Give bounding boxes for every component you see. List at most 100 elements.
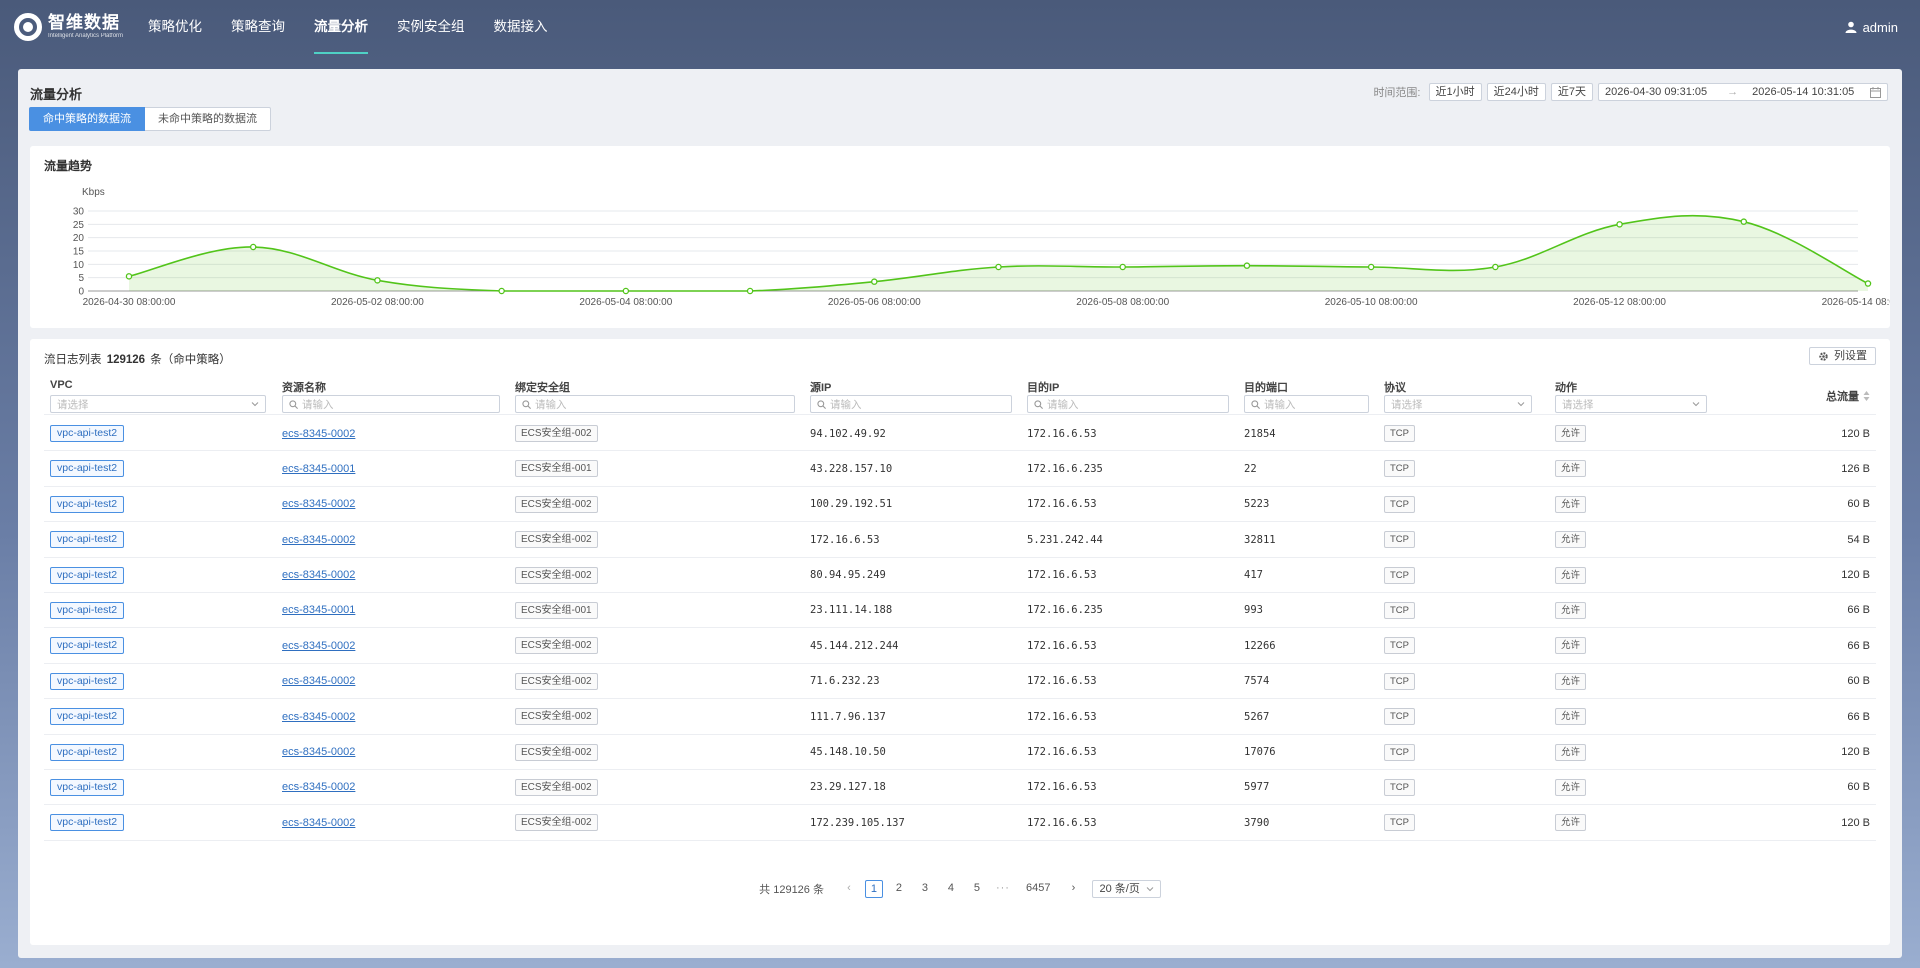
cell-security-group: ECS安全组-001 xyxy=(509,593,799,628)
dest-ip-filter-input[interactable]: 请输入 xyxy=(1027,395,1229,413)
column-header-source-ip: 源IP 请输入 xyxy=(804,372,1016,415)
data-point[interactable] xyxy=(1616,221,1623,228)
nav-item-3[interactable]: 实例安全组 xyxy=(397,0,465,54)
cell-dest-ip: 5.231.242.44 xyxy=(1021,522,1233,557)
cell-security-group: ECS安全组-002 xyxy=(509,735,799,770)
dest-port-filter-input[interactable]: 请输入 xyxy=(1244,395,1369,413)
cell-text: 172.16.6.53 xyxy=(1027,569,1097,582)
action-filter-select[interactable]: 请选择 xyxy=(1555,395,1707,413)
column-label: 资源名称 xyxy=(282,382,326,394)
x-tick-label: 2026-05-12 08:00:00 xyxy=(1573,297,1666,308)
data-point[interactable] xyxy=(995,263,1002,271)
quick-range-button-2[interactable]: 近7天 xyxy=(1550,83,1593,101)
resource-name-filter-input[interactable]: 请输入 xyxy=(282,395,500,413)
traffic-trend-chart: Kbps 0 5 10 15 20 25 30 2026-04-30 08:00:00 2026-… xyxy=(73,187,1890,308)
cell-text: 172.16.6.53 xyxy=(1027,427,1097,440)
quick-range-button-0[interactable]: 近1小时 xyxy=(1428,83,1482,101)
cell-total-traffic: 66 B xyxy=(1724,628,1876,663)
security-group-filter-input[interactable]: 请输入 xyxy=(515,395,795,413)
cell-dest-port: 3790 xyxy=(1238,805,1373,840)
resource-link[interactable]: ecs-8345-0002 xyxy=(282,781,355,793)
page-ellipsis[interactable]: ··· xyxy=(993,880,1013,898)
data-point[interactable] xyxy=(125,273,133,280)
column-header-security-group: 绑定安全组 请输入 xyxy=(509,372,799,415)
cell-dest-ip: 172.16.6.53 xyxy=(1021,628,1233,663)
data-point[interactable] xyxy=(1864,280,1872,287)
column-label: 源IP xyxy=(810,382,832,394)
page-button-1[interactable]: 1 xyxy=(864,880,883,898)
y-tick-label: 15 xyxy=(73,247,85,258)
vpc-filter-select[interactable]: 请选择 xyxy=(50,395,266,413)
tab-hit-policy[interactable]: 命中策略的数据流 xyxy=(29,107,145,131)
resource-link[interactable]: ecs-8345-0002 xyxy=(282,428,355,440)
x-tick-label: 2026-04-30 08:00:00 xyxy=(83,297,176,308)
tab-miss-policy[interactable]: 未命中策略的数据流 xyxy=(145,107,271,131)
cell-total-traffic: 66 B xyxy=(1724,593,1876,628)
source-ip-filter-input[interactable]: 请输入 xyxy=(810,395,1012,413)
cell-security-group: ECS安全组-002 xyxy=(509,805,799,840)
next-page-button[interactable]: › xyxy=(1063,880,1083,898)
page-button-4[interactable]: 4 xyxy=(941,880,961,898)
data-point[interactable] xyxy=(746,287,754,295)
resource-link[interactable]: ecs-8345-0002 xyxy=(282,746,355,758)
date-separator: → xyxy=(1727,86,1739,98)
cell-source-ip: 43.228.157.10 xyxy=(804,451,1016,486)
page-button-5[interactable]: 5 xyxy=(967,880,987,898)
gear-icon xyxy=(1819,351,1828,361)
nav-item-1[interactable]: 策略查询 xyxy=(231,0,285,54)
search-icon xyxy=(817,399,826,409)
cell-text: 120 B xyxy=(1841,427,1870,440)
brand-logo[interactable]: 智维数据 Intelligent Analytics Platform xyxy=(14,13,126,41)
cell-total-traffic: 54 B xyxy=(1724,522,1876,557)
resource-link[interactable]: ecs-8345-0002 xyxy=(282,569,355,581)
data-point[interactable] xyxy=(374,277,381,284)
column-settings-label: 列设置 xyxy=(1834,350,1867,362)
data-point[interactable] xyxy=(1492,263,1499,271)
user-menu[interactable]: admin xyxy=(1845,0,1898,54)
date-range-picker[interactable]: 2026-04-30 09:31:05 → 2026-05-14 10:31:0… xyxy=(1598,83,1888,101)
nav-item-2[interactable]: 流量分析 xyxy=(314,0,368,54)
cell-dest-port: 22 xyxy=(1238,451,1373,486)
resource-link[interactable]: ecs-8345-0002 xyxy=(282,675,355,687)
protocol-filter-select[interactable]: 请选择 xyxy=(1384,395,1532,413)
cell-text: 45.148.10.50 xyxy=(810,746,886,759)
page-size-select[interactable]: 20 条/页 xyxy=(1092,880,1161,898)
cell-total-traffic: 120 B xyxy=(1724,735,1876,770)
column-label: 目的IP xyxy=(1027,382,1060,394)
resource-link[interactable]: ecs-8345-0002 xyxy=(282,640,355,652)
data-point[interactable] xyxy=(1367,263,1375,271)
data-point[interactable] xyxy=(622,287,630,295)
cell-text: 66 B xyxy=(1847,639,1870,652)
resource-link[interactable]: ecs-8345-0002 xyxy=(282,817,355,829)
page-button-last[interactable]: 6457 xyxy=(1026,880,1050,898)
prev-page-button[interactable]: ‹ xyxy=(839,880,859,898)
resource-link[interactable]: ecs-8345-0001 xyxy=(282,463,355,475)
cell-total-traffic: 120 B xyxy=(1724,558,1876,593)
nav-item-4[interactable]: 数据接入 xyxy=(494,0,548,54)
cell-resource-name: ecs-8345-0002 xyxy=(276,416,504,451)
vpc-tag: vpc-api-test2 xyxy=(50,495,125,513)
security-group-tag: ECS安全组-002 xyxy=(515,708,598,726)
column-settings-button[interactable]: 列设置 xyxy=(1809,347,1876,365)
cell-resource-name: ecs-8345-0001 xyxy=(276,593,504,628)
data-point[interactable] xyxy=(871,278,878,285)
data-point[interactable] xyxy=(1119,263,1126,271)
resource-link[interactable]: ecs-8345-0002 xyxy=(282,534,355,546)
page-button-2[interactable]: 2 xyxy=(889,880,909,898)
cell-protocol: TCP xyxy=(1378,664,1544,699)
nav-item-0[interactable]: 策略优化 xyxy=(148,0,202,54)
data-point[interactable] xyxy=(498,287,505,295)
resource-link[interactable]: ecs-8345-0002 xyxy=(282,711,355,723)
data-point[interactable] xyxy=(1243,262,1251,269)
cell-text: 120 B xyxy=(1841,816,1870,829)
data-point[interactable] xyxy=(1740,218,1748,225)
sort-total-traffic[interactable]: 总流量 xyxy=(1826,388,1870,404)
page-button-3[interactable]: 3 xyxy=(915,880,935,898)
table-row: vpc-api-test2 ecs-8345-0001 ECS安全组-001 43.2… xyxy=(44,451,1876,487)
chevron-down-icon xyxy=(1517,402,1525,407)
y-axis-unit: Kbps xyxy=(82,187,105,198)
resource-link[interactable]: ecs-8345-0002 xyxy=(282,498,355,510)
quick-range-button-1[interactable]: 近24小时 xyxy=(1486,83,1546,101)
resource-link[interactable]: ecs-8345-0001 xyxy=(282,604,355,616)
data-point[interactable] xyxy=(249,243,257,251)
